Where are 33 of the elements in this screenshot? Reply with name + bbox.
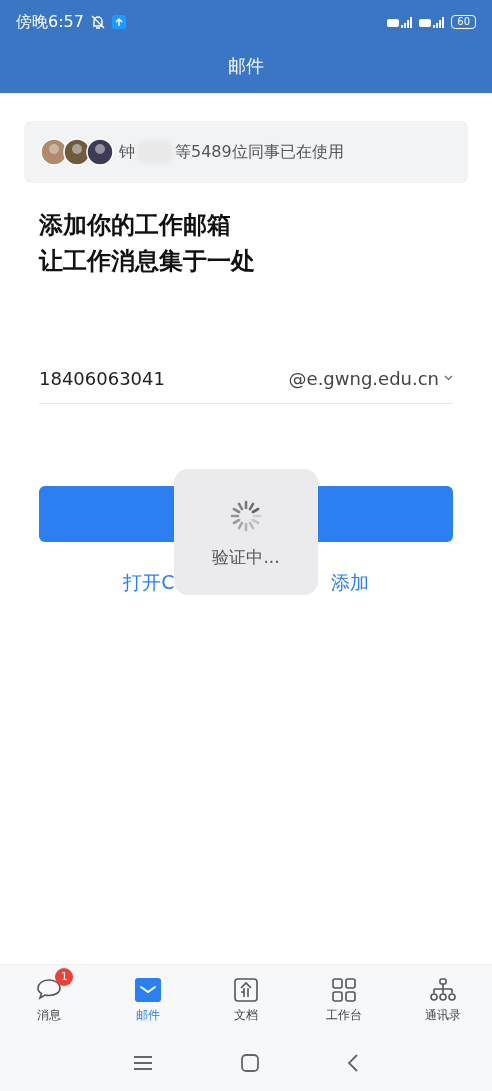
nav-tab[interactable]: 通讯录	[393, 965, 492, 1035]
document-icon	[232, 976, 260, 1004]
home-icon	[241, 1054, 259, 1072]
nav-tab[interactable]: 文档	[196, 965, 296, 1035]
envelope-icon	[133, 976, 162, 1004]
nav-tab[interactable]: 工作台	[295, 965, 394, 1035]
link-text[interactable]: 打开C	[123, 570, 175, 596]
menu-icon	[133, 1055, 153, 1071]
back-icon	[347, 1054, 359, 1072]
signal-icon	[419, 15, 446, 29]
email-field[interactable]: 18406063041	[39, 367, 165, 389]
nav-tab[interactable]: 1 消息	[0, 965, 99, 1035]
unread-badge: 1	[55, 968, 74, 986]
colleague-name: 钟	[119, 141, 135, 163]
status-time: 傍晚6:57	[16, 11, 84, 33]
link-text[interactable]: 添加	[330, 570, 369, 596]
heading-line: 添加你的工作邮箱	[39, 210, 232, 241]
caret-icon	[444, 375, 453, 381]
domain-dropdown[interactable]: @e.gwng.edu.cn	[288, 367, 453, 389]
loading-text: 验证中...	[212, 545, 280, 569]
colleagues-count-text: 等5489位同事已在使用	[175, 141, 344, 163]
signal-icon	[387, 15, 414, 29]
avatar	[63, 138, 91, 166]
avatar	[40, 138, 68, 166]
muted-bell-icon	[89, 14, 106, 30]
page-title: 邮件	[227, 54, 265, 78]
avatar	[86, 138, 114, 166]
grid-icon	[330, 976, 359, 1004]
battery-level: 60	[451, 15, 476, 29]
heading-line: 让工作消息集于一处	[39, 246, 256, 277]
nav-tab[interactable]: 邮件	[98, 965, 197, 1035]
org-chart-icon	[428, 976, 457, 1004]
upload-app-icon	[111, 15, 126, 29]
